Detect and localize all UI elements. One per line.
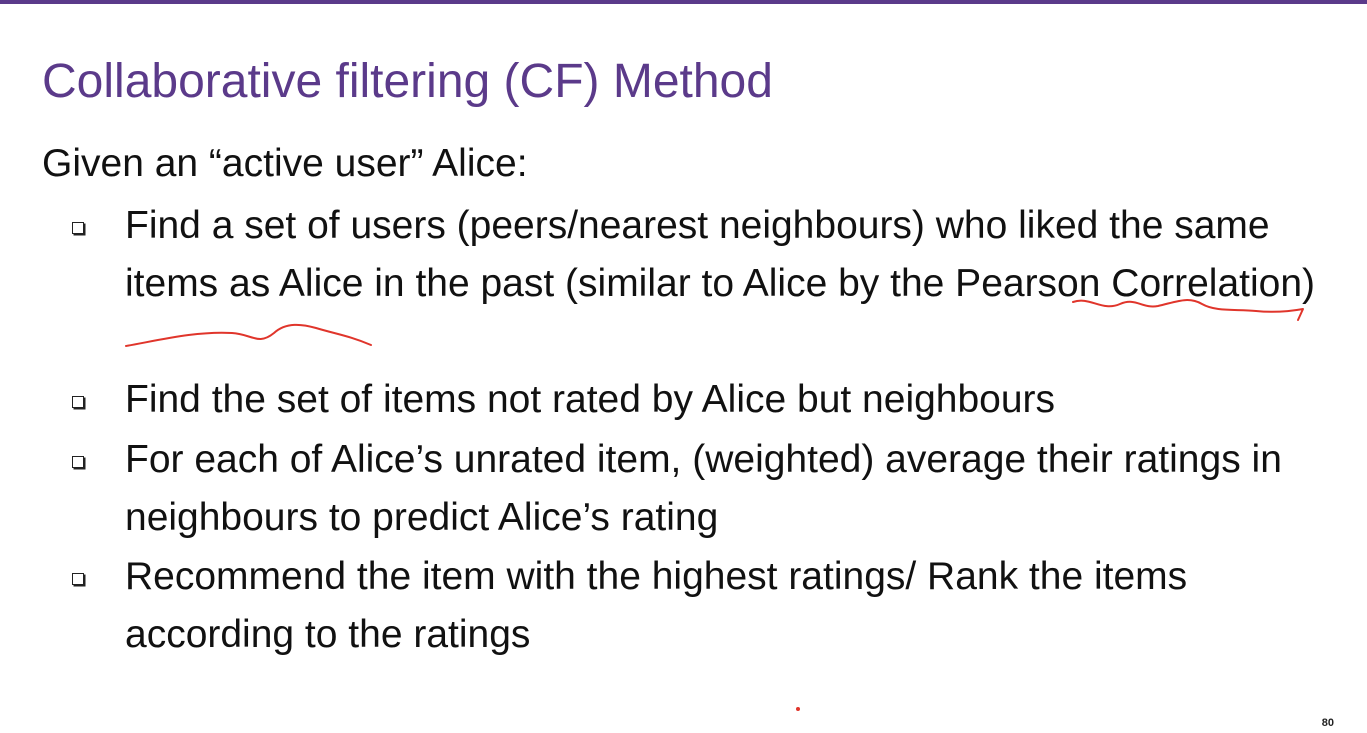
page-number: 80 (1321, 717, 1334, 729)
top-accent-bar (0, 0, 1367, 4)
square-bullet-icon (72, 573, 84, 585)
slide: Collaborative filtering (CF) Method Give… (0, 0, 1367, 733)
bullet-text: Recommend the item with the highest rati… (125, 555, 1188, 656)
ink-dot (796, 707, 800, 711)
square-bullet-icon (72, 456, 84, 468)
bullet-text: Find the set of items not rated by Alice… (125, 378, 1056, 421)
intro-text: Given an “active user” Alice: (42, 142, 528, 185)
slide-title: Collaborative filtering (CF) Method (42, 55, 773, 108)
square-bullet-icon (72, 222, 84, 234)
ink-strike-correlation (125, 323, 372, 347)
bullet-text: For each of Alice’s unrated item, (weigh… (125, 438, 1282, 539)
bullet-text: Find a set of users (peers/nearest neigh… (125, 204, 1316, 305)
square-bullet-icon (72, 396, 84, 408)
